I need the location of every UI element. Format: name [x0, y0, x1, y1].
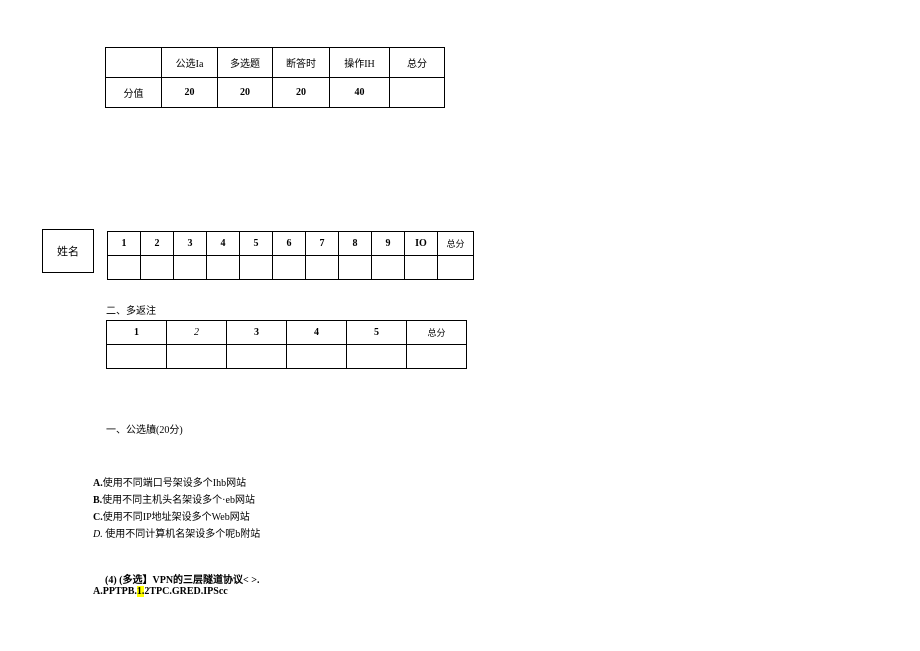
cell: 多选题 — [218, 48, 273, 78]
table-row: 1 2 3 4 5 总分 — [107, 321, 467, 345]
answer-b: B.使用不同主机头名架设多个·eb网站 — [93, 493, 260, 509]
answer-a: A.使用不同端口号架设多个Ihb网站 — [93, 476, 260, 492]
q4-line: (4) (多选】VPN的三层隧道协议< >. — [105, 571, 259, 586]
cell: 2 — [167, 321, 227, 345]
cell: 9 — [372, 232, 405, 256]
answer-text: 使用不同主机头名架设多个·eb网站 — [102, 495, 255, 506]
cell — [407, 345, 467, 369]
cell — [240, 256, 273, 280]
cell — [390, 78, 445, 108]
answers-block: A.使用不同端口号架设多个Ihb网站 B.使用不同主机头名架设多个·eb网站 C… — [93, 476, 260, 544]
q4-answer: A.PPTPB.1.2TPC.GRED.IPScc — [93, 586, 228, 597]
cell: 总分 — [390, 48, 445, 78]
cell — [347, 345, 407, 369]
q4-text: (4) (多选】VPN的三层隧道协议< >. — [105, 575, 259, 586]
cell: 总分 — [438, 232, 474, 256]
table-row — [108, 256, 474, 280]
cell: 6 — [273, 232, 306, 256]
cell — [108, 256, 141, 280]
section1-heading: 一、公选牘(20分) — [106, 421, 183, 436]
cell — [306, 256, 339, 280]
cell — [207, 256, 240, 280]
answer-prefix: C. — [93, 512, 103, 523]
cell — [167, 345, 227, 369]
answer-prefix: D. — [93, 529, 103, 540]
cell — [227, 345, 287, 369]
cell: 4 — [207, 232, 240, 256]
cell: IO — [405, 232, 438, 256]
score-summary-table: 公选Ia 多选题 断答时 操作IH 总分 分值 20 20 20 40 — [105, 47, 445, 108]
q4-after: 2TPC.GRED.IPScc — [144, 586, 227, 597]
cell: 20 — [162, 78, 218, 108]
answer-d: D. 使用不同计算机名架设多个呢b附站 — [93, 527, 260, 543]
table-row: 分值 20 20 20 40 — [106, 78, 445, 108]
cell — [106, 48, 162, 78]
q1-table: 1 2 3 4 5 6 7 8 9 IO 总分 — [107, 231, 474, 280]
cell: 7 — [306, 232, 339, 256]
cell: 分值 — [106, 78, 162, 108]
answer-text: 使用不同计算机名架设多个呢b附站 — [103, 529, 261, 540]
cell: 8 — [339, 232, 372, 256]
cell: 1 — [107, 321, 167, 345]
cell: 3 — [227, 321, 287, 345]
cell — [107, 345, 167, 369]
cell — [339, 256, 372, 280]
cell — [372, 256, 405, 280]
q4-before: A.PPTPB. — [93, 586, 137, 597]
cell: 断答时 — [273, 48, 330, 78]
cell — [405, 256, 438, 280]
section2-label: 二、多返注 — [106, 302, 156, 317]
cell — [438, 256, 474, 280]
q2-table: 1 2 3 4 5 总分 — [106, 320, 467, 369]
answer-c: C.使用不同IP地址架设多个Web网站 — [93, 510, 260, 526]
cell: 2 — [141, 232, 174, 256]
name-box: 姓名 — [42, 229, 94, 273]
cell — [287, 345, 347, 369]
table-row — [107, 345, 467, 369]
cell: 操作IH — [330, 48, 390, 78]
table-row: 公选Ia 多选题 断答时 操作IH 总分 — [106, 48, 445, 78]
answer-text: 使用不同IP地址架设多个Web网站 — [103, 512, 250, 523]
cell: 3 — [174, 232, 207, 256]
table-row: 1 2 3 4 5 6 7 8 9 IO 总分 — [108, 232, 474, 256]
cell: 总分 — [407, 321, 467, 345]
cell — [273, 256, 306, 280]
cell: 4 — [287, 321, 347, 345]
cell: 公选Ia — [162, 48, 218, 78]
cell — [174, 256, 207, 280]
answer-prefix: B. — [93, 495, 102, 506]
cell: 20 — [218, 78, 273, 108]
cell: 5 — [240, 232, 273, 256]
answer-prefix: A. — [93, 478, 103, 489]
cell: 5 — [347, 321, 407, 345]
cell — [141, 256, 174, 280]
cell: 20 — [273, 78, 330, 108]
cell: 40 — [330, 78, 390, 108]
cell: 1 — [108, 232, 141, 256]
answer-text: 使用不同端口号架设多个Ihb网站 — [103, 478, 246, 489]
